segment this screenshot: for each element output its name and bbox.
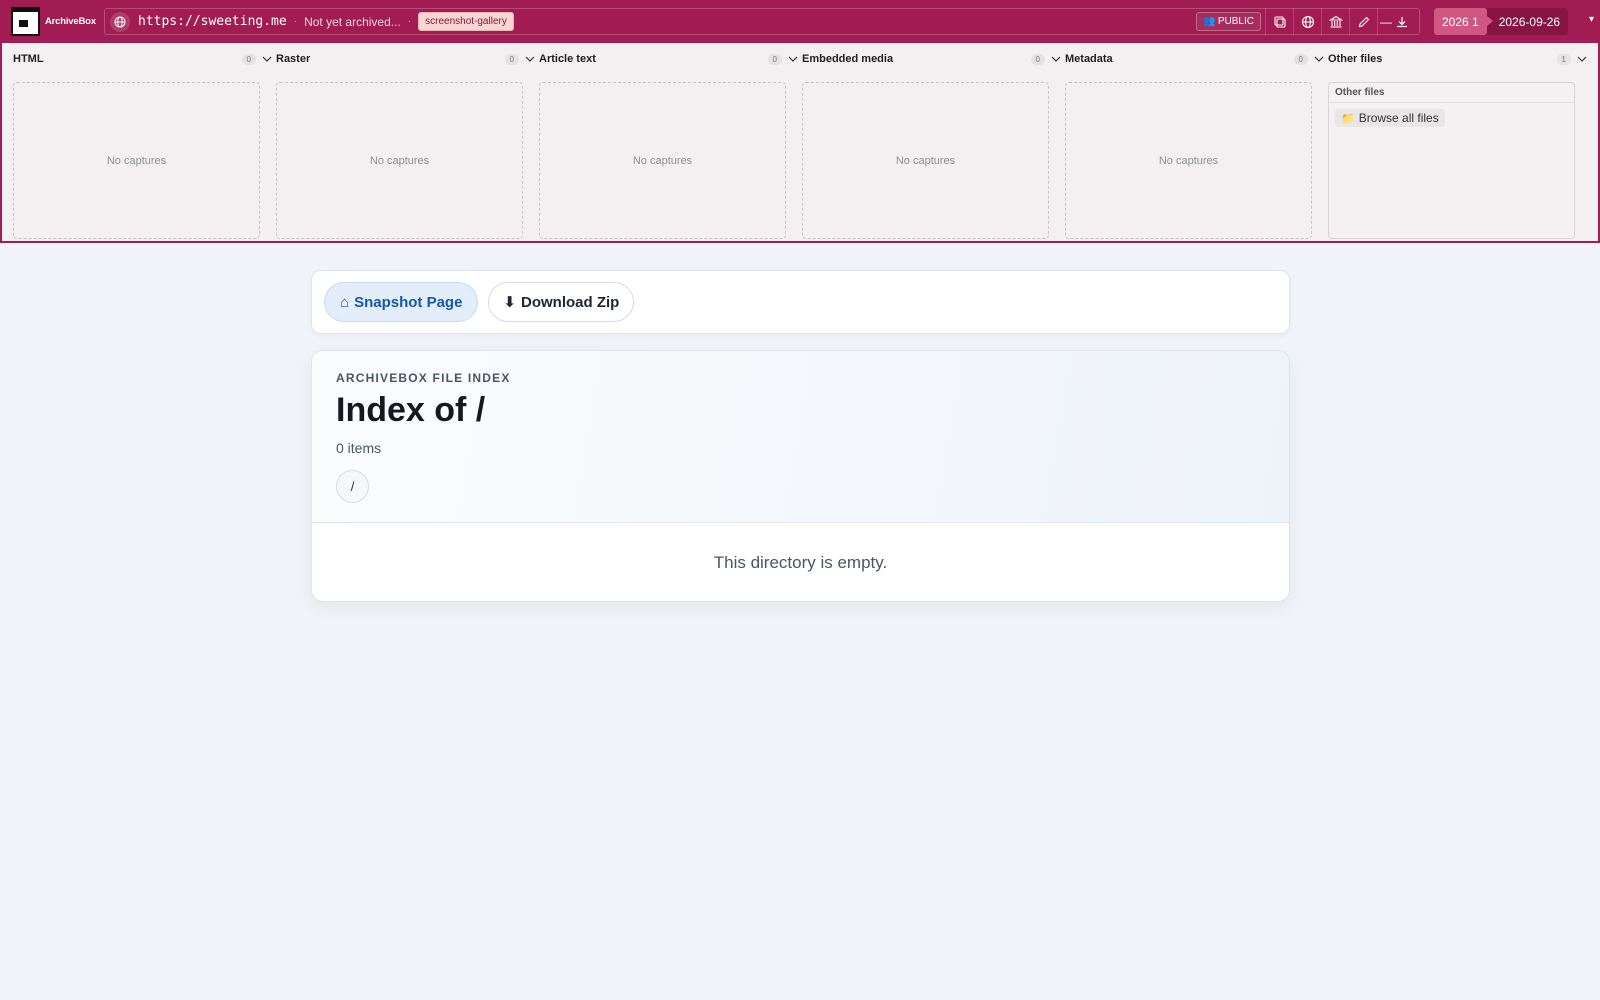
folder-icon: 📁 (1341, 112, 1355, 125)
people-icon: 👥 (1203, 16, 1216, 27)
panel-metadata: Metadata 0 No captures (1063, 49, 1326, 241)
copy-icon[interactable] (1265, 8, 1293, 35)
panel-empty: No captures (13, 82, 260, 239)
item-count: 0 items (336, 440, 382, 456)
file-index-card: ARCHIVEBOX FILE INDEX Index of / 0 items… (311, 350, 1290, 602)
timeline-date[interactable]: 2026-09-26 (1487, 15, 1568, 29)
archive-topbar: ArchiveBox https://sweeting.me · Not yet… (0, 0, 1600, 43)
snapshot-timeline: 2026 1 2026-09-26 (1434, 8, 1569, 35)
chevron-down-icon[interactable] (1314, 55, 1324, 63)
download-menu-button[interactable]: — (1377, 8, 1411, 35)
chevron-down-icon[interactable] (262, 55, 272, 63)
download-zip-button[interactable]: ⬇ Download Zip (488, 282, 635, 322)
archive-status: Not yet archived... (304, 14, 401, 29)
panel-title: Article text (539, 53, 596, 65)
archive-museum-icon[interactable] (1321, 8, 1349, 35)
panel-empty: No captures (539, 82, 786, 239)
panel-title: Other files (1328, 53, 1383, 65)
panel-other-files: Other files 1 Other files 📁 Browse all f… (1326, 49, 1589, 241)
app-name: ArchiveBox (45, 16, 96, 27)
panel-html: HTML 0 No captures (11, 49, 274, 241)
panel-header[interactable]: HTML 0 (11, 49, 274, 69)
panel-title: Raster (276, 53, 311, 65)
capture-panels: HTML 0 No captures Raster 0 No captures … (0, 43, 1600, 243)
chevron-down-icon[interactable] (525, 55, 535, 63)
panel-empty: No captures (1065, 82, 1312, 239)
browse-label: Browse all files (1358, 111, 1439, 125)
other-files-header: Other files (1329, 83, 1574, 103)
panel-count: 0 (1293, 53, 1308, 65)
panel-header[interactable]: Raster 0 (274, 49, 537, 69)
snapshot-page-label: Snapshot Page (354, 293, 463, 311)
panel-title: Metadata (1065, 53, 1113, 65)
panel-title: Embedded media (802, 53, 894, 65)
browse-all-files-button[interactable]: 📁 Browse all files (1335, 109, 1445, 127)
visibility-label: PUBLIC (1217, 16, 1254, 27)
home-icon: ⌂ (340, 293, 350, 311)
globe-icon[interactable] (1293, 8, 1321, 35)
download-arrow-icon: ⬇ (503, 294, 516, 311)
visibility-badge[interactable]: 👥 PUBLIC (1196, 12, 1261, 31)
panel-count: 1 (1556, 53, 1571, 65)
tag-badge[interactable]: screenshot-gallery (418, 12, 514, 31)
index-eyebrow: ARCHIVEBOX FILE INDEX (336, 371, 511, 385)
panel-empty: No captures (276, 82, 523, 239)
empty-directory-message: This directory is empty. (713, 553, 888, 572)
action-cluster: 👥 PUBLIC — (1196, 8, 1411, 35)
panel-article-text: Article text 0 No captures (537, 49, 800, 241)
panel-title: HTML (13, 53, 44, 65)
panel-count: 0 (504, 53, 519, 65)
panel-count: 0 (241, 53, 256, 65)
download-zip-label: Download Zip (521, 293, 620, 311)
snapshot-page-button[interactable]: ⌂ Snapshot Page (324, 282, 479, 322)
separator-dot: · (293, 16, 298, 27)
panel-header[interactable]: Metadata 0 (1063, 49, 1326, 69)
timeline-year[interactable]: 2026 1 (1434, 8, 1493, 35)
chevron-down-icon[interactable]: ▾ (1589, 14, 1594, 25)
url-bar: https://sweeting.me · Not yet archived..… (104, 8, 1420, 35)
breadcrumb-root[interactable]: / (336, 470, 369, 503)
panel-header[interactable]: Other files 1 (1326, 49, 1589, 69)
panel-header[interactable]: Article text 0 (537, 49, 800, 69)
edit-pencil-icon[interactable] (1349, 8, 1377, 35)
download-icon (1397, 16, 1407, 27)
panel-count: 0 (767, 53, 782, 65)
chevron-down-icon[interactable] (788, 55, 798, 63)
panel-count: 0 (1030, 53, 1045, 65)
dash-icon: — (1380, 14, 1392, 29)
page-title: Index of / (336, 391, 486, 429)
archivebox-logo-icon (11, 7, 40, 36)
snapshot-url[interactable]: https://sweeting.me (138, 14, 287, 29)
file-toolbar: ⌂ Snapshot Page ⬇ Download Zip (311, 270, 1290, 334)
panel-header[interactable]: Embedded media 0 (800, 49, 1063, 69)
app-logo[interactable]: ArchiveBox (0, 0, 103, 43)
chevron-down-icon[interactable] (1051, 55, 1061, 63)
panel-embedded-media: Embedded media 0 No captures (800, 49, 1063, 241)
chevron-down-icon[interactable] (1577, 55, 1587, 63)
index-header: ARCHIVEBOX FILE INDEX Index of / 0 items… (312, 351, 1289, 523)
separator-dot: · (407, 16, 412, 27)
globe-icon[interactable] (110, 11, 130, 32)
other-files-card: Other files 📁 Browse all files (1328, 82, 1575, 239)
panel-raster: Raster 0 No captures (274, 49, 537, 241)
panel-empty: No captures (802, 82, 1049, 239)
